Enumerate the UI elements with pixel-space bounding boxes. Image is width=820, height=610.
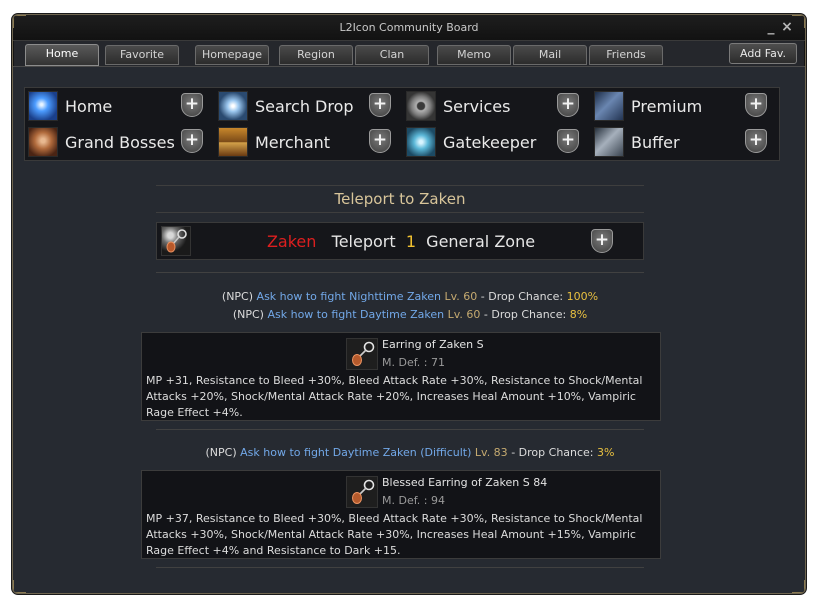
knight-icon [594, 127, 624, 157]
service-menu: Home + Search Drop + Services + Premium … [24, 87, 780, 161]
teleport-row: Zaken Teleport 1 General Zone + [156, 222, 644, 260]
swirl-icon [406, 127, 436, 157]
tab-memo[interactable]: Memo [437, 45, 511, 65]
teleport-zone: General Zone [426, 232, 536, 251]
item-name: Earring of Zaken S [382, 338, 484, 351]
add-services-button[interactable]: + [557, 93, 579, 117]
menu-label: Merchant [255, 133, 331, 152]
frame-corner [792, 580, 805, 593]
npc-drop-line: (NPC) Ask how to fight Nighttime Zaken L… [13, 290, 805, 303]
armored-figure-icon [594, 91, 624, 121]
tab-homepage[interactable]: Homepage [195, 45, 269, 65]
content-area: Home + Search Drop + Services + Premium … [13, 66, 805, 593]
minimize-icon[interactable]: _ [763, 18, 779, 36]
npc-link[interactable]: Ask how to fight Nighttime Zaken [257, 290, 441, 303]
drop-chance-value: 3% [597, 446, 615, 459]
item-card: Blessed Earring of Zaken S 84 M. Def. : … [141, 470, 661, 559]
npc-level: Lv. 60 [444, 290, 478, 303]
npc-separator: - [483, 308, 488, 321]
crystal-burst-icon [218, 91, 248, 121]
tab-mail[interactable]: Mail [513, 45, 587, 65]
item-card: Earring of Zaken S M. Def. : 71 MP +31, … [141, 332, 661, 421]
drop-chance-label: Drop Chance: [488, 290, 564, 303]
drop-chance-label: Drop Chance: [518, 446, 594, 459]
drop-chance-value: 8% [569, 308, 588, 321]
divider [156, 567, 644, 568]
tab-home[interactable]: Home [25, 44, 99, 66]
frame-corner [792, 15, 805, 28]
item-description: MP +31, Resistance to Bleed +30%, Bleed … [146, 374, 643, 419]
npc-separator: - [480, 290, 485, 303]
dragon-icon [28, 127, 58, 157]
teleport-button[interactable]: + [591, 229, 613, 253]
menu-label: Buffer [631, 133, 680, 152]
item-mdef: M. Def. : 94 [382, 494, 445, 507]
tab-clan[interactable]: Clan [355, 45, 429, 65]
title-bar[interactable]: L2Icon Community Board _ × [13, 15, 805, 41]
npc-prefix: (NPC) [221, 290, 254, 303]
tab-region[interactable]: Region [279, 45, 353, 65]
divider [156, 429, 644, 430]
add-grand-bosses-button[interactable]: + [181, 129, 203, 153]
tab-favorite[interactable]: Favorite [105, 45, 179, 65]
teleport-heading: Teleport to Zaken [156, 185, 644, 213]
item-mdef: M. Def. : 71 [382, 356, 445, 369]
npc-drop-line: (NPC) Ask how to fight Daytime Zaken Lv.… [13, 308, 805, 321]
tab-friends[interactable]: Friends [589, 45, 663, 65]
npc-level: Lv. 60 [447, 308, 481, 321]
add-gatekeeper-button[interactable]: + [557, 129, 579, 153]
teleport-action: Teleport [331, 232, 396, 251]
earring-icon [346, 476, 378, 508]
npc-link[interactable]: Ask how to fight Daytime Zaken [267, 308, 444, 321]
boss-name: Zaken [266, 232, 317, 251]
frame-corner [13, 15, 26, 28]
menu-label: Gatekeeper [443, 133, 537, 152]
item-name: Blessed Earring of Zaken S 84 [382, 476, 548, 489]
npc-link[interactable]: Ask how to fight Daytime Zaken (Difficul… [240, 446, 471, 459]
add-premium-button[interactable]: + [745, 93, 767, 117]
npc-level: Lv. 83 [474, 446, 508, 459]
menu-label: Services [443, 97, 511, 116]
menu-label: Grand Bosses [65, 133, 175, 152]
teleport-count: 1 [405, 232, 416, 251]
item-description: MP +37, Resistance to Bleed +30%, Bleed … [146, 512, 643, 557]
add-search-drop-button[interactable]: + [369, 93, 391, 117]
menu-label: Search Drop [255, 97, 354, 116]
menu-label: Home [65, 97, 113, 116]
frame-corner [13, 580, 26, 593]
drop-chance-label: Drop Chance: [491, 308, 567, 321]
blue-burst-icon [28, 91, 58, 121]
divider [156, 272, 644, 273]
npc-prefix: (NPC) [205, 446, 237, 459]
add-buffer-button[interactable]: + [745, 129, 767, 153]
add-favorite-button[interactable]: Add Fav. [729, 43, 797, 64]
teleport-text: Zaken Teleport 1 General Zone [157, 232, 645, 251]
menu-label: Premium [631, 97, 703, 116]
add-merchant-button[interactable]: + [369, 129, 391, 153]
npc-separator: - [511, 446, 516, 459]
npc-prefix: (NPC) [232, 308, 264, 321]
gear-icon [406, 91, 436, 121]
drop-chance-value: 100% [566, 290, 599, 303]
earring-icon [346, 338, 378, 370]
window-title: L2Icon Community Board [339, 21, 479, 34]
add-home-button[interactable]: + [181, 93, 203, 117]
treasure-chest-icon [218, 127, 248, 157]
community-board-window: L2Icon Community Board _ × Home Favorite… [12, 14, 806, 594]
npc-drop-line: (NPC) Ask how to fight Daytime Zaken (Di… [13, 446, 805, 459]
